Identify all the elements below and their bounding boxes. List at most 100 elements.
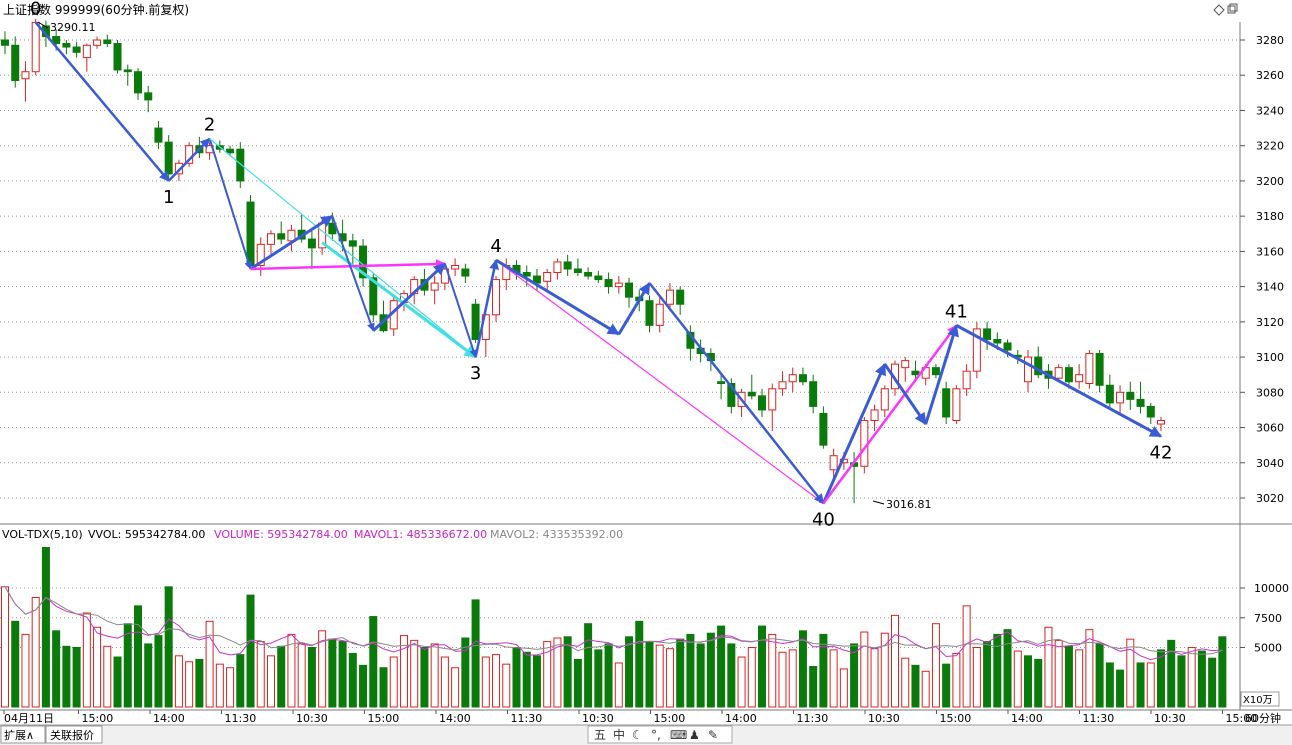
price-tick-label: 3080 <box>1256 386 1284 399</box>
volume-bar <box>911 664 920 708</box>
volume-bar <box>93 626 102 708</box>
candle <box>471 298 480 343</box>
time-tick-label: 14:00 <box>153 712 185 725</box>
volume-tick-label: 10000 <box>1254 582 1289 595</box>
volume-bar <box>655 644 664 708</box>
volume-bar <box>737 656 746 708</box>
volume-bar <box>880 632 889 708</box>
volume-bar <box>328 638 337 708</box>
price-tick-label: 3240 <box>1256 104 1284 117</box>
volume-bar <box>359 664 368 708</box>
volume-bar <box>686 633 695 708</box>
candle <box>952 385 961 425</box>
candle <box>451 258 460 277</box>
price-tick-label: 3260 <box>1256 69 1284 82</box>
volume-bar <box>205 620 214 708</box>
volume-bar <box>287 633 296 708</box>
candle <box>983 321 992 351</box>
volume-bar <box>379 667 388 708</box>
vol-indicator-name: VOL-TDX(5,10) <box>2 528 83 541</box>
volume-bar <box>21 633 30 708</box>
time-tick-label: 11:30 <box>797 712 829 725</box>
keyboard-icon[interactable]: ⌨ <box>670 728 687 742</box>
candle <box>31 18 40 76</box>
candle <box>901 357 910 382</box>
restore-window-icon[interactable] <box>1227 3 1238 14</box>
volume-bar <box>778 651 787 708</box>
volume-bar <box>195 658 204 708</box>
volume-bar <box>277 645 286 708</box>
wrench-icon[interactable]: ✎ <box>708 728 718 742</box>
candle <box>21 61 30 102</box>
candle <box>614 276 623 294</box>
volume-bar <box>1 586 9 708</box>
volume-bar <box>1013 650 1022 708</box>
five-icon[interactable]: 五 <box>594 728 606 742</box>
volume-bar <box>870 648 879 708</box>
wave-label: 3 <box>470 363 481 384</box>
volume-bar <box>829 649 838 708</box>
volume-bar <box>962 605 971 708</box>
volume-bars <box>1 547 1227 708</box>
volume-bar <box>573 658 582 708</box>
kline-chart[interactable]: 上证指数 999999(60分钟.前复权) 302030403060308031… <box>0 0 1292 745</box>
candle <box>287 224 296 252</box>
volume-bar <box>1116 669 1125 708</box>
diamond-icon[interactable] <box>1213 4 1225 16</box>
volume-bar <box>563 636 572 708</box>
candle <box>93 36 102 49</box>
volume-bar <box>307 647 316 708</box>
wave-line <box>331 215 375 332</box>
candle <box>942 381 951 425</box>
time-tick-label: 11:30 <box>511 712 543 725</box>
volume-bar <box>952 652 961 708</box>
price-tick-label: 3220 <box>1256 140 1284 153</box>
volume-bar <box>420 647 429 708</box>
candle <box>62 40 71 55</box>
candle <box>809 374 818 414</box>
candle <box>931 364 940 379</box>
volume-bar <box>348 652 357 708</box>
wave-label: 1 <box>163 187 174 208</box>
volume-bar <box>768 633 777 708</box>
time-tick-label: 15:00 <box>654 712 686 725</box>
volume-bar <box>502 663 511 708</box>
volume-bar <box>788 649 797 708</box>
wave-label: 42 <box>1150 442 1173 463</box>
mavol1-value: MAVOL1: 485336672.00 <box>354 528 487 541</box>
candle <box>461 263 470 284</box>
price-tick-label: 3100 <box>1256 351 1284 364</box>
volume-bar <box>747 647 756 708</box>
candle <box>1116 385 1125 414</box>
period-label[interactable]: 60分钟 <box>1245 711 1281 725</box>
volume-bar <box>481 656 490 708</box>
candle <box>1105 374 1114 410</box>
price-tick-label: 3040 <box>1256 457 1284 470</box>
candle <box>788 367 797 393</box>
chinese-input-icon[interactable]: 中 <box>613 727 625 742</box>
wave-label: 0 <box>30 0 41 19</box>
tab-related-quotes-label: 关联报价 <box>50 728 94 742</box>
volume-bar <box>123 623 132 708</box>
price-tick-label: 3160 <box>1256 245 1284 258</box>
candle <box>164 135 173 181</box>
volume-bar <box>645 641 654 708</box>
candle <box>747 374 756 400</box>
volume-bar <box>1197 650 1206 708</box>
moon-icon[interactable]: ☾ <box>632 728 643 742</box>
price-tick-label: 3140 <box>1256 281 1284 294</box>
price-tick-label: 3120 <box>1256 316 1284 329</box>
candle <box>768 383 777 432</box>
volume-bar <box>164 586 173 708</box>
candle <box>1095 350 1104 393</box>
candle <box>798 367 807 386</box>
user-icon[interactable]: ♟ <box>689 728 700 742</box>
time-axis: 04月11日 15:00 14:00 11:30 10:30 15:00 14:00 11:3… <box>3 710 1257 725</box>
volume-bar <box>706 632 715 708</box>
volume-bar <box>144 643 153 708</box>
time-tick-label: 11:30 <box>1083 712 1115 725</box>
volume-bar <box>440 656 449 708</box>
volume-ma-line <box>4 586 1223 661</box>
volume-bar <box>798 630 807 708</box>
punctuation-icon[interactable]: °, <box>651 728 661 742</box>
